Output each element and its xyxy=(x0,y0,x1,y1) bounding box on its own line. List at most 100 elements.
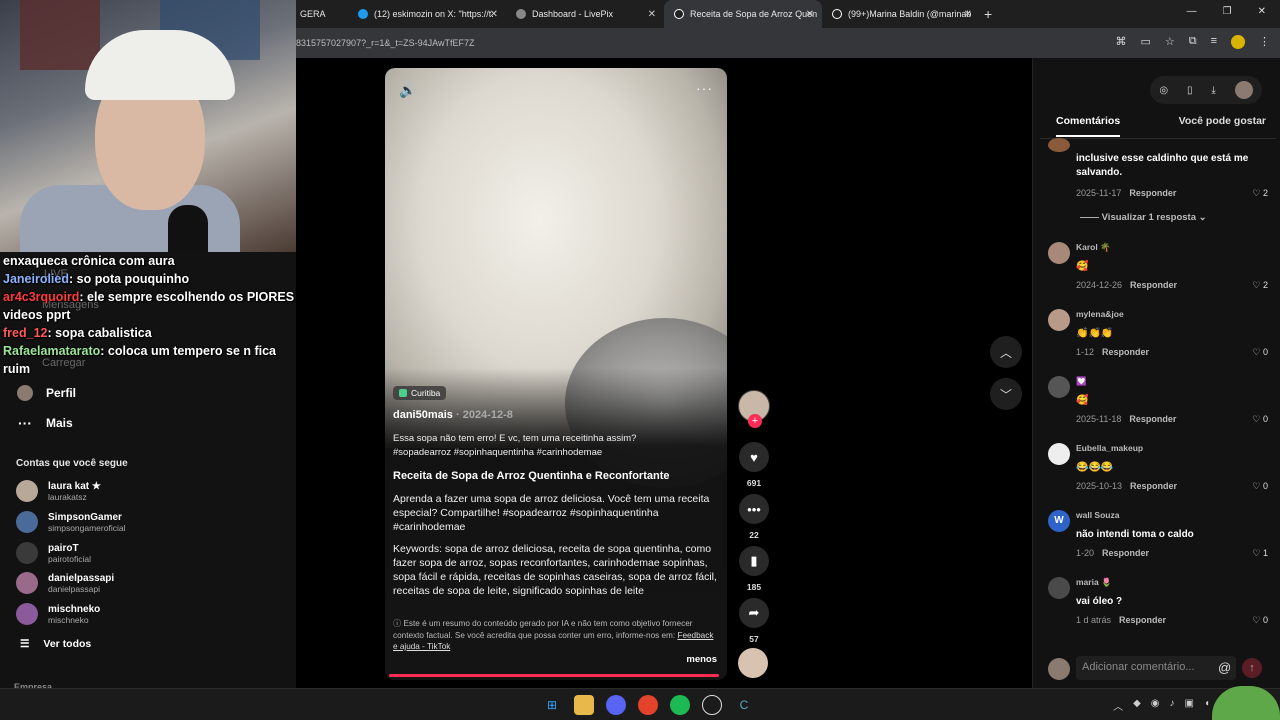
followed-account[interactable]: mischneko mischneko xyxy=(16,603,100,625)
share-action[interactable]: ➦ 57 xyxy=(738,598,770,644)
comment-like[interactable]: ♡ 0 xyxy=(1252,615,1268,626)
comment-user[interactable]: mylena&joe xyxy=(1076,309,1124,319)
network-icon[interactable]: ▣ xyxy=(1185,698,1194,713)
new-tab-button[interactable]: + xyxy=(984,6,992,22)
volume-icon[interactable]: ◖ xyxy=(1204,698,1210,713)
heart-icon[interactable]: ♥ xyxy=(739,442,769,472)
comment-like[interactable]: ♡ 1 xyxy=(1252,548,1268,559)
download-icon[interactable]: ⤓ xyxy=(1211,85,1215,96)
browser-tab[interactable]: GERA xyxy=(296,0,348,28)
phone-icon[interactable]: ▯ xyxy=(1187,85,1193,96)
comment-like[interactable]: ♡ 0 xyxy=(1252,481,1268,492)
media-icon[interactable]: ≡ xyxy=(1211,35,1217,49)
menu-icon[interactable]: ⋮ xyxy=(1259,35,1270,49)
avatar[interactable]: W xyxy=(1048,510,1070,532)
microphone-icon[interactable]: ♪ xyxy=(1170,698,1175,713)
browser-tab[interactable]: (99+)Marina Baldin (@marinab ✕ xyxy=(822,0,980,28)
close-tab-icon[interactable]: ✕ xyxy=(964,9,972,20)
browser-tab[interactable]: (12) eskimozin on X: "https://t. ✕ xyxy=(348,0,506,28)
comment-user[interactable]: Eubella_makeup xyxy=(1076,443,1143,453)
comment-like[interactable]: ♡ 0 xyxy=(1252,414,1268,425)
avatar[interactable] xyxy=(1048,376,1070,398)
comment-like-count: 1 xyxy=(1262,548,1268,558)
translate-icon[interactable]: ⌘ xyxy=(1115,35,1126,49)
url-text[interactable]: 8315757027907?_r=1&_t=ZS-94JAwTfEF7Z xyxy=(296,38,474,48)
music-disc-avatar[interactable] xyxy=(738,648,768,678)
chrome-icon[interactable] xyxy=(638,695,658,715)
tab-you-may-like[interactable]: Você pode gostar xyxy=(1179,115,1266,137)
file-explorer-icon[interactable] xyxy=(574,695,594,715)
sidebar-item-profile[interactable]: Perfil xyxy=(16,384,76,402)
show-less-button[interactable]: menos xyxy=(686,654,717,665)
video-progress-bar[interactable] xyxy=(389,674,719,677)
minimize-icon[interactable]: — xyxy=(1187,6,1197,17)
comment-input[interactable]: Adicionar comentário... xyxy=(1076,656,1236,680)
next-video-button[interactable]: ﹀ xyxy=(990,378,1022,410)
volume-icon[interactable]: 🔊 xyxy=(399,82,416,99)
browser-tab-active[interactable]: Receita de Sopa de Arroz Quen ✕ xyxy=(664,0,822,28)
see-all-button[interactable]: ☰ Ver todos xyxy=(20,638,91,650)
comment-like[interactable]: ♡ 0 xyxy=(1252,347,1268,358)
mention-icon[interactable]: @ xyxy=(1218,660,1231,675)
obs-icon[interactable] xyxy=(702,695,722,715)
spotify-icon[interactable] xyxy=(670,695,690,715)
discord-icon[interactable] xyxy=(606,695,626,715)
video-player[interactable]: 🔊 ··· Curitiba dani50mais · 2024-12-8 Es… xyxy=(385,68,727,680)
save-action[interactable]: ▮ 185 xyxy=(738,546,770,592)
maximize-icon[interactable]: ❐ xyxy=(1223,6,1232,17)
extensions-icon[interactable]: ⧉ xyxy=(1189,35,1197,49)
comment-icon[interactable]: ••• xyxy=(739,494,769,524)
avatar[interactable] xyxy=(1048,577,1070,599)
close-window-icon[interactable]: ✕ xyxy=(1258,6,1266,17)
creator-name[interactable]: dani50mais xyxy=(393,409,453,421)
profile-avatar[interactable] xyxy=(1231,35,1245,49)
close-tab-icon[interactable]: ✕ xyxy=(648,9,656,20)
avatar[interactable] xyxy=(1048,242,1070,264)
share-icon[interactable]: ➦ xyxy=(739,598,769,628)
more-options-icon[interactable]: ··· xyxy=(696,80,713,96)
location-badge[interactable]: Curitiba xyxy=(393,386,447,400)
compass-icon[interactable]: ◎ xyxy=(1159,85,1168,96)
followed-account[interactable]: pairoT pairotoficial xyxy=(16,542,91,564)
close-tab-icon[interactable]: ✕ xyxy=(806,9,814,20)
comment-like[interactable]: ♡ 2 xyxy=(1252,188,1268,199)
app-icon[interactable]: C xyxy=(734,695,754,715)
reply-button[interactable]: Responder xyxy=(1129,414,1176,424)
post-comment-button[interactable]: ↑ xyxy=(1242,658,1262,678)
comment-user[interactable]: wall Souza xyxy=(1076,510,1119,520)
comment-user[interactable]: maria 🌷 xyxy=(1076,577,1112,588)
followed-account[interactable]: danielpassapi danielpassapi xyxy=(16,572,114,594)
reply-button[interactable]: Responder xyxy=(1129,188,1176,198)
comment-user[interactable]: Karol 🌴 xyxy=(1076,242,1111,253)
windows-start-icon[interactable]: ⊞ xyxy=(542,695,562,715)
comment-like[interactable]: ♡ 2 xyxy=(1252,280,1268,291)
tray-chevron-icon[interactable]: ︿ xyxy=(1113,698,1123,713)
bookmark-star-icon[interactable]: ☆ xyxy=(1165,35,1175,49)
tab-comments[interactable]: Comentários xyxy=(1056,115,1121,137)
address-bar[interactable]: 8315757027907?_r=1&_t=ZS-94JAwTfEF7Z ⌘ ▭… xyxy=(296,28,1280,58)
comment-user[interactable]: 💟 xyxy=(1076,376,1087,387)
tray-app-icon[interactable]: ◉ xyxy=(1151,698,1160,713)
reply-button[interactable]: Responder xyxy=(1119,615,1166,625)
view-replies-button[interactable]: —— Visualizar 1 resposta ⌄ xyxy=(1080,212,1207,223)
close-tab-icon[interactable]: ✕ xyxy=(490,9,498,20)
like-action[interactable]: ♥ 691 xyxy=(738,442,770,488)
reply-button[interactable]: Responder xyxy=(1102,548,1149,558)
browser-tab[interactable]: Dashboard - LivePix ✕ xyxy=(506,0,664,28)
user-avatar[interactable] xyxy=(1234,81,1253,99)
sidebar-item-more[interactable]: ··· Mais xyxy=(16,414,73,432)
reply-button[interactable]: Responder xyxy=(1130,280,1177,290)
followed-account[interactable]: laura kat ★ laurakatsz xyxy=(16,480,101,502)
followed-account[interactable]: SimpsonGamer simpsongameroficial xyxy=(16,511,125,533)
reply-button[interactable]: Responder xyxy=(1130,481,1177,491)
reply-button[interactable]: Responder xyxy=(1102,347,1149,357)
previous-video-button[interactable]: ︿ xyxy=(990,336,1022,368)
avatar[interactable] xyxy=(1048,443,1070,465)
comment-action[interactable]: ••• 22 xyxy=(738,494,770,540)
follow-plus-icon[interactable]: + xyxy=(748,414,762,428)
avatar[interactable] xyxy=(1048,309,1070,331)
tray-app-icon[interactable]: ◆ xyxy=(1133,698,1141,713)
bookmark-icon[interactable]: ▮ xyxy=(739,546,769,576)
cast-icon[interactable]: ▭ xyxy=(1140,35,1150,49)
avatar[interactable] xyxy=(1048,138,1070,152)
